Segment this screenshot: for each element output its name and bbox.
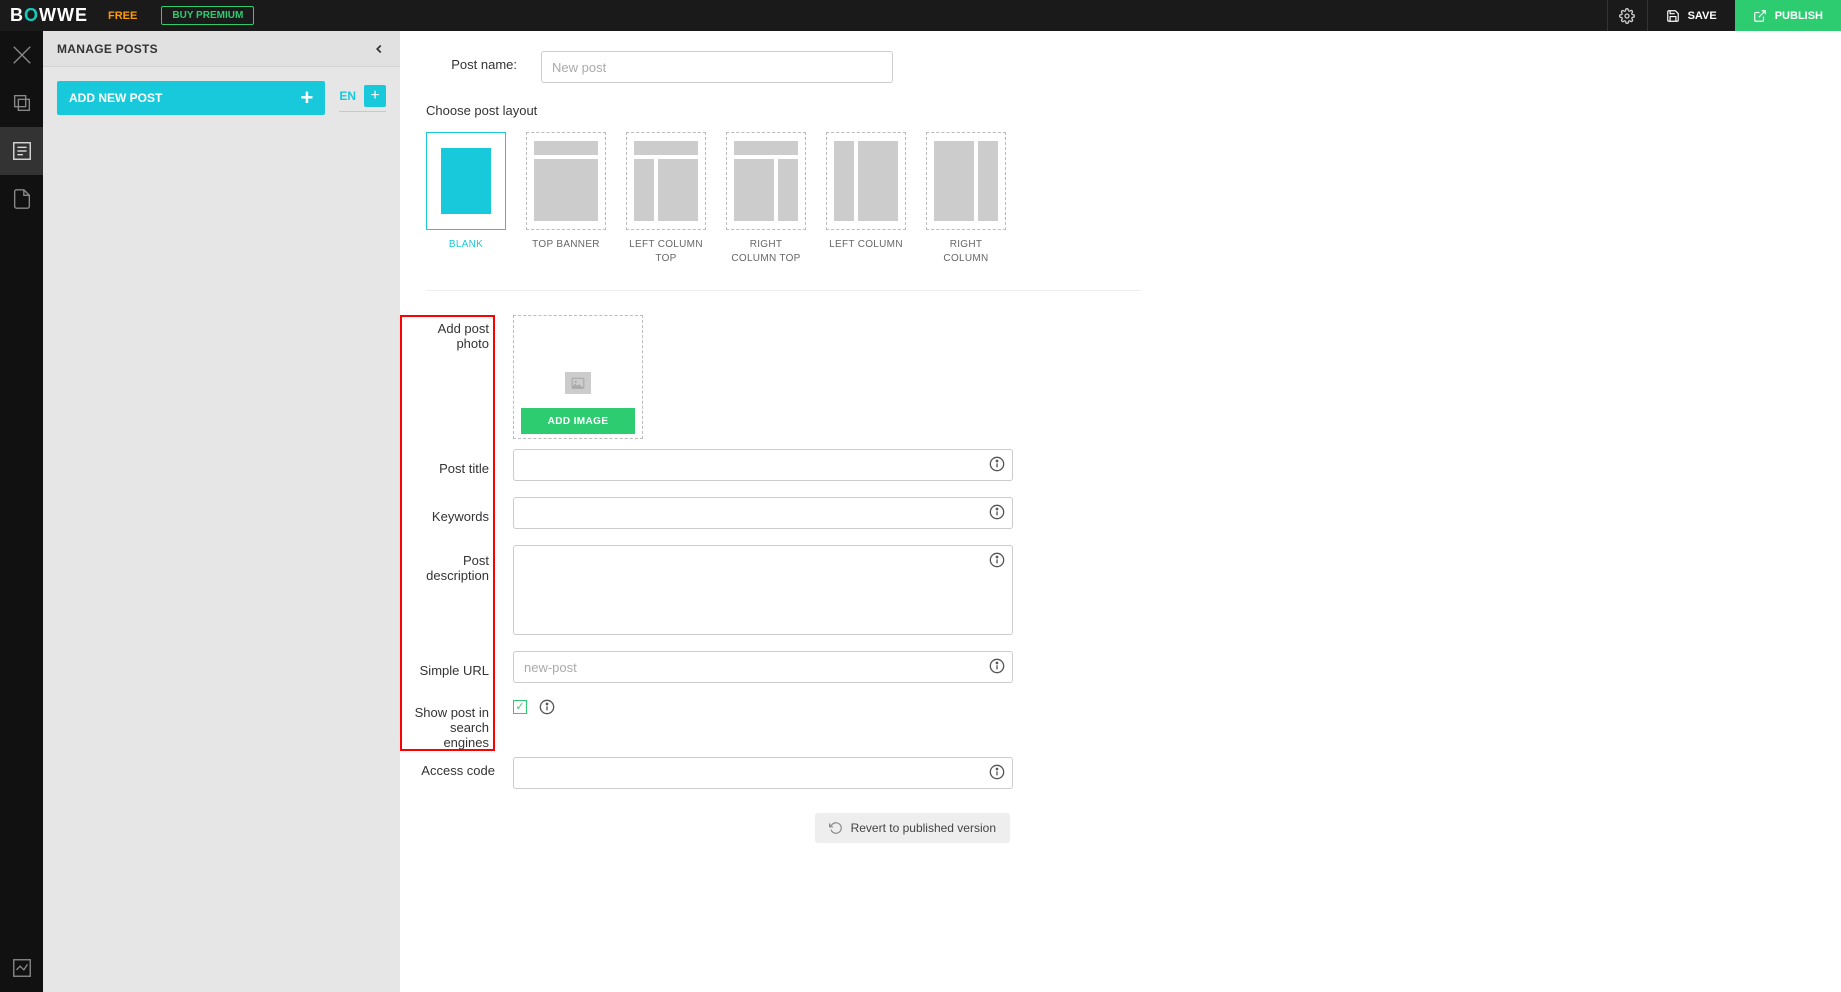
divider bbox=[426, 290, 1141, 291]
panel-back-button[interactable] bbox=[372, 42, 386, 56]
layout-blank[interactable]: BLANK bbox=[426, 132, 506, 266]
post-title-label: Post title bbox=[439, 455, 489, 476]
plan-tag: FREE bbox=[108, 10, 137, 22]
panel-title: MANAGE POSTS bbox=[57, 42, 158, 56]
publish-label: PUBLISH bbox=[1775, 10, 1823, 22]
keywords-input[interactable] bbox=[513, 497, 1013, 529]
layout-label: BLANK bbox=[449, 238, 483, 252]
post-name-label: Post name: bbox=[426, 51, 541, 72]
revert-button[interactable]: Revert to published version bbox=[815, 813, 1010, 843]
simple-url-input[interactable] bbox=[513, 651, 1013, 683]
info-icon[interactable] bbox=[989, 658, 1005, 674]
show-in-search-label: Show post in search engines bbox=[406, 705, 489, 750]
info-icon[interactable] bbox=[989, 504, 1005, 520]
buy-premium-button[interactable]: BUY PREMIUM bbox=[161, 6, 254, 25]
vertical-nav bbox=[0, 31, 43, 992]
simple-url-label: Simple URL bbox=[420, 657, 489, 678]
layout-right-column[interactable]: RIGHT COLUMN bbox=[926, 132, 1006, 266]
layout-left-column[interactable]: LEFT COLUMN bbox=[826, 132, 906, 266]
analytics-icon bbox=[11, 957, 33, 979]
save-label: SAVE bbox=[1688, 10, 1717, 22]
layout-label: RIGHT COLUMN TOP bbox=[726, 238, 806, 266]
layout-label: RIGHT COLUMN bbox=[926, 238, 1006, 266]
info-icon[interactable] bbox=[989, 456, 1005, 472]
layout-options: BLANK TOP BANNER LEFT COL bbox=[426, 132, 1841, 266]
gear-icon bbox=[1619, 8, 1635, 24]
chevron-left-icon bbox=[372, 42, 386, 56]
layout-left-column-top[interactable]: LEFT COLUMN TOP bbox=[626, 132, 706, 266]
post-description-input[interactable] bbox=[513, 545, 1013, 635]
main-content: Post name: Choose post layout BLANK TOP … bbox=[400, 31, 1841, 903]
design-icon bbox=[11, 44, 33, 66]
add-language-button[interactable]: + bbox=[364, 85, 386, 107]
add-post-photo-label: Add post photo bbox=[406, 321, 489, 351]
nav-files[interactable] bbox=[0, 175, 43, 223]
access-code-label: Access code bbox=[421, 763, 495, 778]
info-icon[interactable] bbox=[539, 699, 555, 715]
layout-label: LEFT COLUMN TOP bbox=[626, 238, 706, 266]
pages-icon bbox=[11, 92, 33, 114]
keywords-label: Keywords bbox=[432, 503, 489, 524]
side-panel: MANAGE POSTS ADD NEW POST + EN + bbox=[43, 31, 400, 992]
layout-label: TOP BANNER bbox=[532, 238, 600, 252]
image-placeholder-icon bbox=[565, 372, 591, 394]
add-image-button[interactable]: ADD IMAGE bbox=[521, 408, 635, 434]
layout-label: LEFT COLUMN bbox=[829, 238, 903, 252]
post-title-input[interactable] bbox=[513, 449, 1013, 481]
add-new-post-button[interactable]: ADD NEW POST + bbox=[57, 81, 325, 115]
layout-right-column-top[interactable]: RIGHT COLUMN TOP bbox=[726, 132, 806, 266]
show-in-search-checkbox[interactable]: ✓ bbox=[513, 700, 527, 714]
post-name-input[interactable] bbox=[541, 51, 893, 83]
plus-icon: + bbox=[300, 87, 313, 109]
nav-analytics[interactable] bbox=[0, 944, 43, 992]
language-selector[interactable]: EN + bbox=[339, 85, 386, 112]
revert-label: Revert to published version bbox=[851, 821, 996, 835]
nav-design[interactable] bbox=[0, 31, 43, 79]
post-photo-dropzone[interactable]: ADD IMAGE bbox=[513, 315, 643, 439]
language-label: EN bbox=[339, 89, 356, 103]
add-new-post-label: ADD NEW POST bbox=[69, 91, 162, 105]
save-icon bbox=[1666, 9, 1680, 23]
highlighted-labels: Add post photo Post title Keywords Post … bbox=[400, 315, 495, 751]
publish-icon bbox=[1753, 9, 1767, 23]
settings-button[interactable] bbox=[1607, 0, 1647, 31]
nav-pages[interactable] bbox=[0, 79, 43, 127]
publish-button[interactable]: PUBLISH bbox=[1735, 0, 1841, 31]
logo: BOWWE bbox=[10, 5, 88, 26]
access-code-input[interactable] bbox=[513, 757, 1013, 789]
info-icon[interactable] bbox=[989, 764, 1005, 780]
nav-posts[interactable] bbox=[0, 127, 43, 175]
file-icon bbox=[11, 188, 33, 210]
layout-top-banner[interactable]: TOP BANNER bbox=[526, 132, 606, 266]
panel-header: MANAGE POSTS bbox=[43, 31, 400, 67]
posts-icon bbox=[11, 140, 33, 162]
top-bar: BOWWE FREE BUY PREMIUM SAVE PUBLISH bbox=[0, 0, 1841, 31]
save-button[interactable]: SAVE bbox=[1647, 0, 1735, 31]
post-description-label: Post description bbox=[406, 551, 489, 583]
check-icon: ✓ bbox=[515, 702, 524, 713]
revert-icon bbox=[829, 821, 843, 835]
choose-layout-label: Choose post layout bbox=[426, 103, 1841, 118]
info-icon[interactable] bbox=[989, 552, 1005, 568]
